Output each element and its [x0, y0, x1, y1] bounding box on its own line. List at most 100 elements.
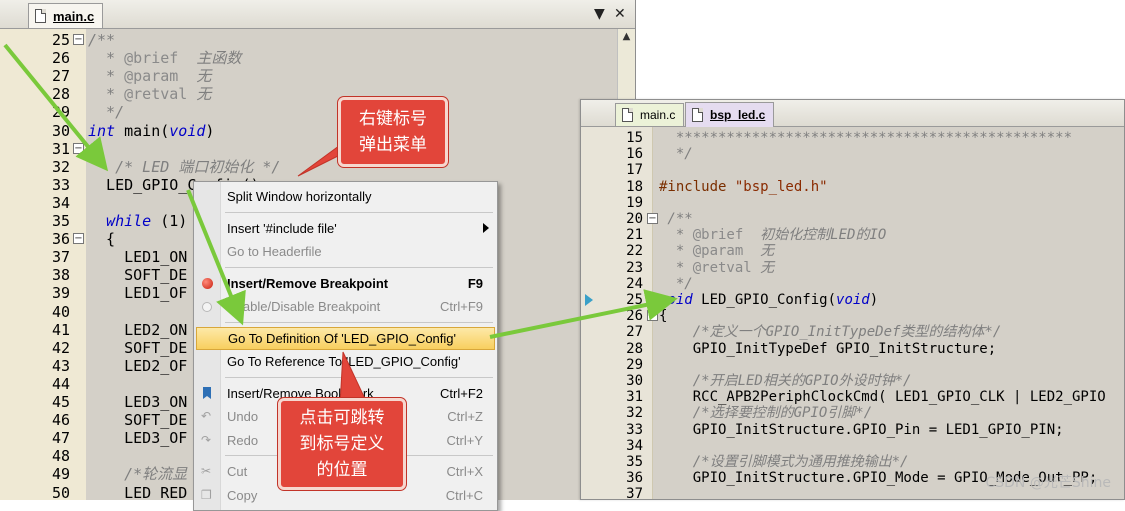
menu-item-label: Insert '#include file' [227, 220, 337, 236]
code-line[interactable]: 25 void LED_GPIO_Config(void) [581, 292, 1124, 308]
code-line[interactable]: 26−{ [581, 308, 1124, 324]
fold-toggle-icon[interactable]: − [647, 310, 658, 322]
menu-item-insert-include-file[interactable]: Insert '#include file' [194, 217, 497, 240]
code-line[interactable]: 24 */ [581, 276, 1124, 292]
code-line[interactable]: 28 * @retval 无 [0, 85, 617, 103]
cut-icon: ✂ [201, 464, 212, 478]
code-text: /*设置引脚模式为通用推挽输出*/ [659, 454, 909, 470]
code-token: LED3_ON [88, 393, 188, 411]
code-token: /*开启LED相关的GPIO外设时钟*/ [659, 373, 912, 389]
bookmark-icon [203, 387, 211, 399]
code-line[interactable]: 18 #include "bsp_led.h" [581, 179, 1124, 195]
line-number: 35 [51, 212, 70, 230]
code-line[interactable]: 26 * @brief 主函数 [0, 49, 617, 67]
code-token: /*轮流显 [88, 465, 188, 484]
code-token: (1) [151, 212, 188, 230]
line-number: 30 [51, 121, 70, 140]
menu-item-go-to-definition-of-led-gpio-config[interactable]: Go To Definition Of 'LED_GPIO_Config' [196, 326, 495, 350]
code-line[interactable]: 27 * @param 无 [0, 67, 617, 85]
fold-toggle-icon[interactable]: − [73, 233, 84, 245]
code-token: * [659, 259, 693, 276]
line-number: 29 [51, 103, 70, 122]
menu-item-shortcut: Ctrl+F9 [440, 299, 483, 314]
code-line[interactable]: 30 int main(void) [0, 122, 617, 140]
code-line[interactable]: 23 * @retval 无 [581, 260, 1124, 276]
scroll-up-icon[interactable]: ▲ [618, 31, 635, 42]
code-line[interactable]: 29 [581, 357, 1124, 373]
code-line[interactable]: 27 /*定义一个GPIO_InitTypeDef类型的结构体*/ [581, 324, 1124, 340]
tab-dropdown-icon[interactable]: ▼ [594, 6, 605, 22]
menu-item-label: Go To Definition Of 'LED_GPIO_Config' [228, 330, 457, 346]
code-line[interactable]: 35 /*设置引脚模式为通用推挽输出*/ [581, 454, 1124, 470]
code-line[interactable]: 15 *************************************… [581, 130, 1124, 146]
code-line[interactable]: 31−{ [0, 140, 617, 158]
code-line[interactable]: 21 * @brief 初始化控制LED的IO [581, 227, 1124, 243]
fold-toggle-icon[interactable]: − [73, 34, 84, 45]
redo-icon: ↷ [201, 432, 212, 447]
menu-item-label: Redo [227, 432, 259, 448]
code-line[interactable]: 29 */ [0, 103, 617, 121]
line-number: 42 [51, 338, 70, 357]
line-number: 49 [51, 465, 70, 484]
line-number: 32 [51, 157, 70, 176]
bsp-led-editor-window: main.c bsp_led.c 15 ********************… [580, 99, 1125, 500]
code-line[interactable]: 32 /*选择要控制的GPIO引脚*/ [581, 405, 1124, 421]
code-line[interactable]: 22 * @param 无 [581, 243, 1124, 259]
callout-line: 到标号定义 [299, 434, 385, 454]
callout-right-click: 右键标号 弹出菜单 [338, 97, 448, 167]
menu-item-shortcut: Ctrl+X [446, 464, 483, 479]
fold-toggle-icon[interactable]: − [647, 213, 658, 224]
menu-item-go-to-reference-to-led-gpio-config[interactable]: Go To Reference To 'LED_GPIO_Config' [194, 350, 497, 373]
code-area[interactable]: 15 *************************************… [581, 127, 1124, 499]
callout-line: 的位置 [316, 460, 368, 480]
menu-item-insert-remove-breakpoint[interactable]: Insert/Remove Breakpoint F9 [194, 272, 497, 295]
menu-item-shortcut: Ctrl+F2 [440, 385, 483, 401]
code-token: * [88, 85, 125, 104]
line-number: 15 [626, 130, 643, 146]
code-text: */ [659, 146, 693, 162]
menu-item-label: Go To Reference To 'LED_GPIO_Config' [227, 354, 461, 369]
code-line[interactable]: 16 */ [581, 146, 1124, 162]
code-token: /** [659, 211, 693, 227]
code-token: while [106, 212, 152, 230]
tab-main-c-inactive[interactable]: main.c [615, 103, 685, 126]
code-text: void LED_GPIO_Config(void) [659, 292, 878, 308]
tab-main-c[interactable]: main.c [28, 3, 104, 28]
menu-item-split-window-horizontally[interactable]: Split Window horizontally [194, 185, 497, 208]
file-icon [692, 108, 703, 122]
tab-bsp-led-c[interactable]: bsp_led.c [685, 102, 775, 127]
code-line[interactable]: 17 [581, 162, 1124, 178]
code-token: /** [88, 31, 116, 49]
code-line[interactable]: 28 GPIO_InitTypeDef GPIO_InitStructure; [581, 341, 1124, 357]
close-icon[interactable]: ✕ [614, 6, 626, 22]
line-number: 19 [626, 194, 643, 211]
code-line[interactable]: 20− /** [581, 211, 1124, 227]
fold-toggle-icon[interactable]: − [73, 142, 84, 154]
callout-line: 右键标号 [359, 109, 427, 129]
code-text: GPIO_InitTypeDef GPIO_InitStructure; [659, 341, 996, 357]
line-number: 36 [626, 470, 643, 487]
code-token: void [169, 121, 206, 140]
file-icon [35, 9, 46, 23]
code-token: { [659, 308, 668, 325]
code-text: * @brief 主函数 [88, 49, 241, 67]
code-line[interactable]: 31 RCC_APB2PeriphClockCmd( LED1_GPIO_CLK… [581, 389, 1124, 405]
code-line[interactable]: 30 /*开启LED相关的GPIO外设时钟*/ [581, 373, 1124, 389]
code-text: */ [659, 276, 693, 292]
code-line[interactable]: 32 /* LED 端口初始化 */ [0, 158, 617, 176]
menu-item-enable-disable-breakpoint[interactable]: Enable/Disable Breakpoint Ctrl+F9 [194, 295, 497, 318]
left-tab-bar: main.c ▼ ✕ [0, 0, 635, 29]
line-number: 30 [626, 373, 643, 389]
code-line[interactable]: 25−/** [0, 31, 617, 49]
code-line[interactable]: 33 GPIO_InitStructure.GPIO_Pin = LED1_GP… [581, 422, 1124, 438]
line-number: 43 [51, 356, 70, 375]
code-text: { [659, 308, 667, 324]
code-line[interactable]: 34 [581, 438, 1124, 454]
code-text: /*开启LED相关的GPIO外设时钟*/ [659, 373, 912, 389]
code-line[interactable]: 19 [581, 195, 1124, 211]
code-text: #include "bsp_led.h" [659, 179, 828, 195]
line-number: 27 [626, 324, 643, 341]
menu-item-go-to-headerfile[interactable]: Go to Headerfile [194, 240, 497, 263]
code-token: */ [659, 146, 693, 163]
line-number: 50 [51, 483, 70, 501]
